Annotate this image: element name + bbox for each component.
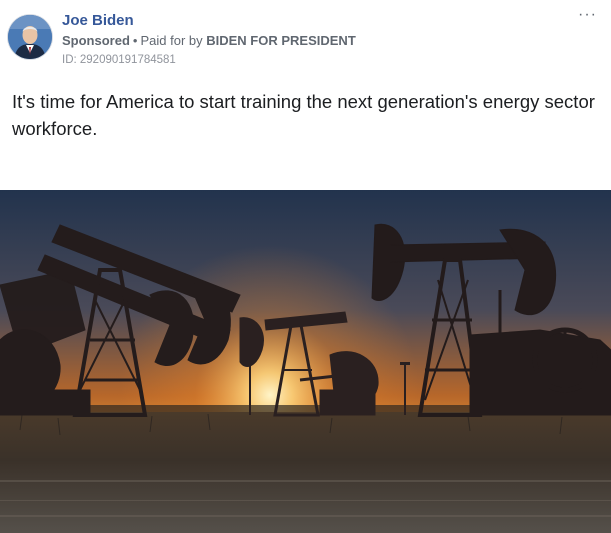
pumpjacks-sunset-image <box>0 190 611 533</box>
post-image[interactable] <box>0 190 611 533</box>
sponsored-label[interactable]: Sponsored <box>62 33 130 48</box>
paid-for-prefix: Paid for by <box>140 33 203 48</box>
sponsored-line: Sponsored • Paid for by BIDEN FOR PRESIDEN… <box>62 33 356 48</box>
profile-photo-icon <box>8 15 52 59</box>
author-name[interactable]: Joe Biden <box>62 12 134 29</box>
post-header: Joe Biden Sponsored • Paid for by BIDEN FO… <box>0 0 611 80</box>
more-options-icon[interactable]: ··· <box>578 6 600 26</box>
post-message: It's time for America to start training … <box>12 91 595 139</box>
payer-name: BIDEN FOR PRESIDENT <box>206 33 356 48</box>
ad-id: ID: 292090191784581 <box>62 54 176 66</box>
avatar[interactable] <box>8 15 52 59</box>
separator-dot: • <box>132 33 138 48</box>
